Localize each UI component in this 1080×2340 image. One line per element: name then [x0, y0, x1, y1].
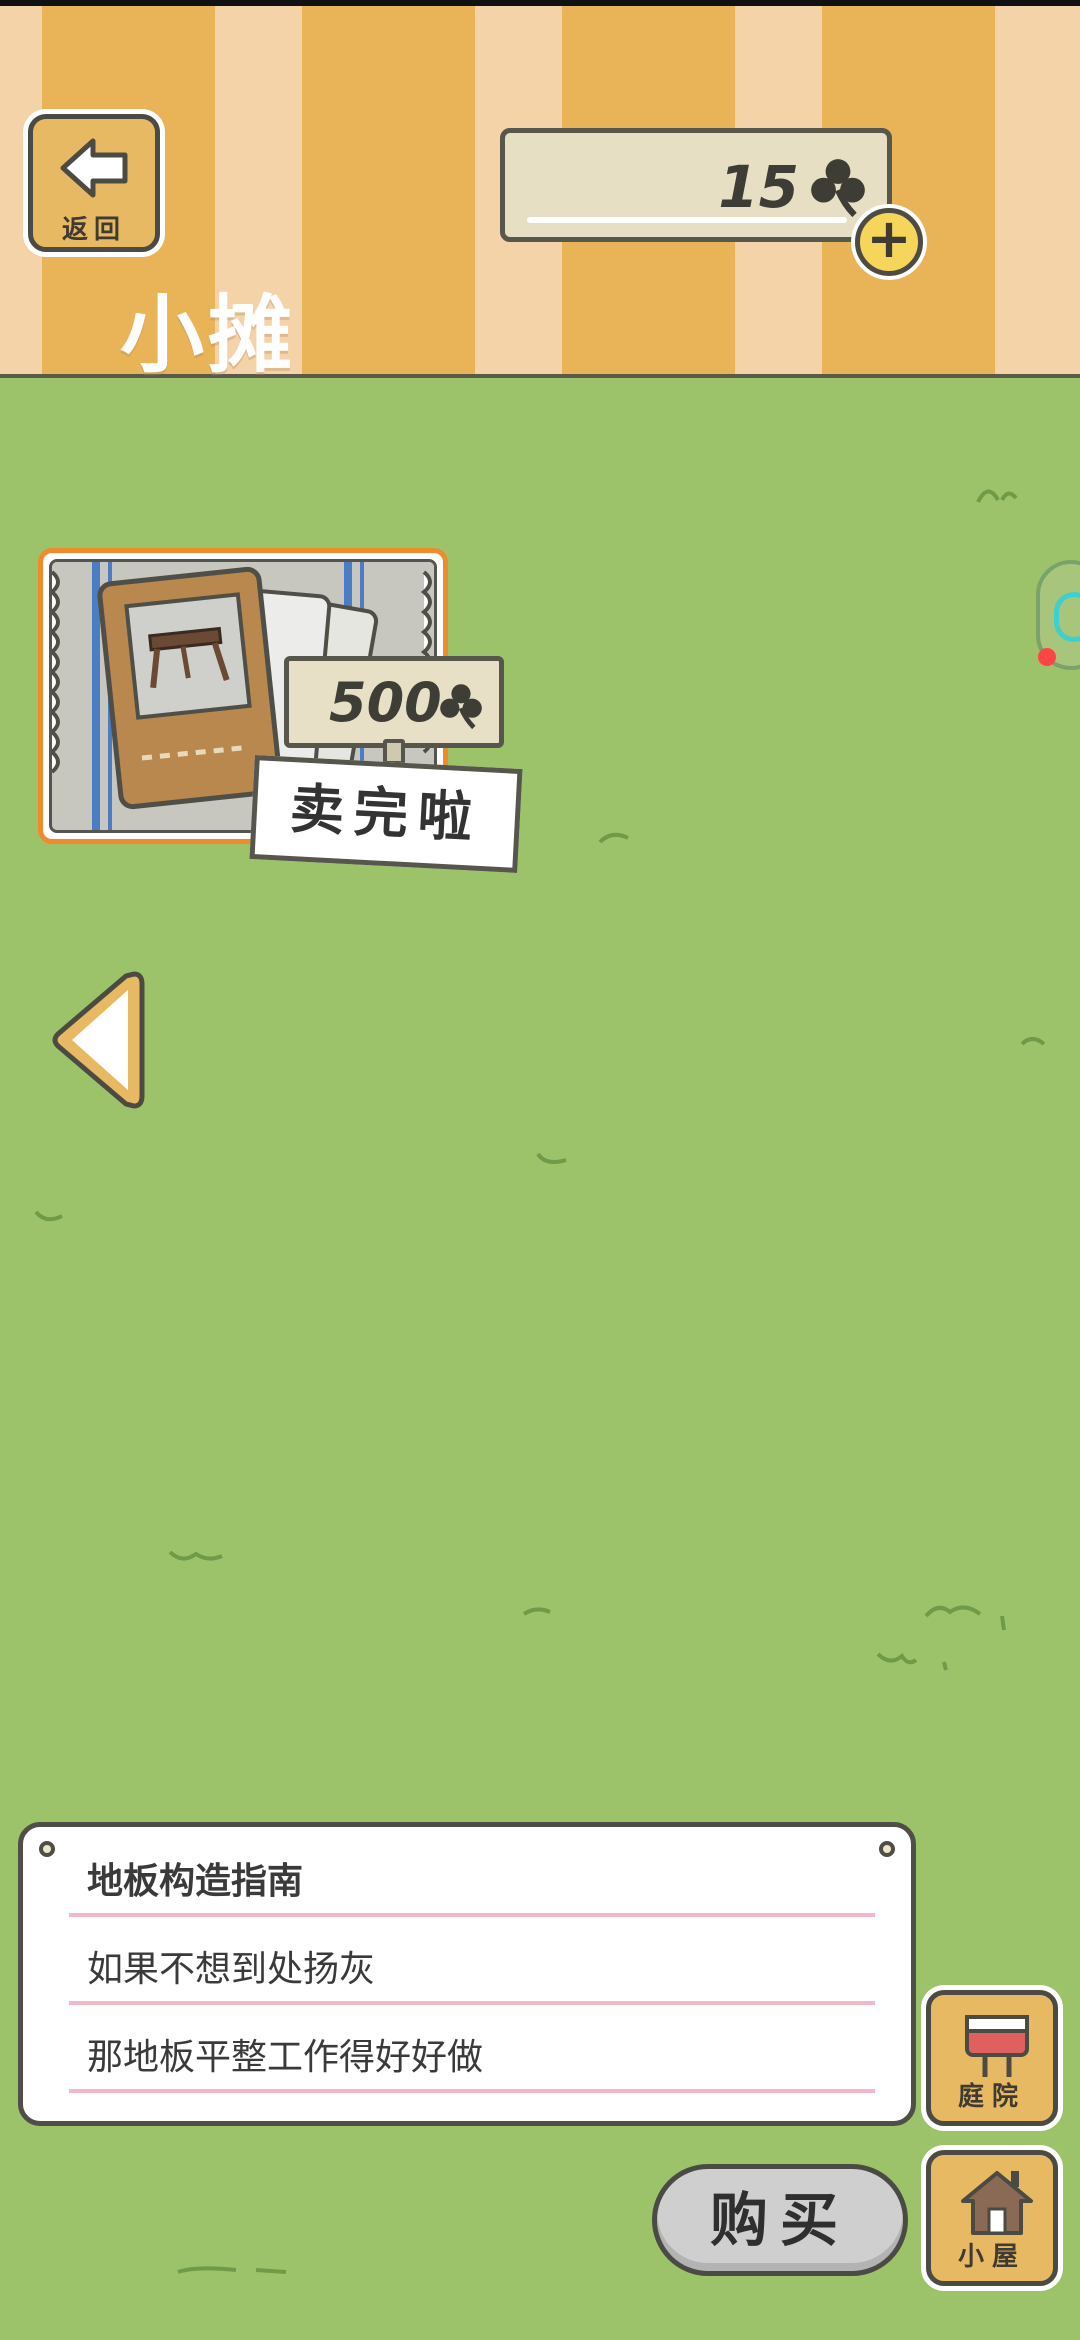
- back-label: 返回: [61, 215, 126, 245]
- back-arrow-icon: [60, 138, 128, 198]
- grass-tuft: [34, 1210, 63, 1222]
- status-bar: [0, 0, 1080, 6]
- plus-icon: +: [866, 207, 912, 270]
- description-line-1: 如果不想到处扬灰: [69, 1925, 875, 2005]
- yard-label: 庭院: [957, 2082, 1026, 2112]
- clover-icon: [440, 684, 482, 730]
- mailbox-icon: [965, 2015, 1029, 2077]
- assistant-icon: [1054, 592, 1080, 642]
- item-price: 500: [329, 671, 442, 734]
- price-tag: 500: [284, 656, 504, 765]
- clover-icon: [811, 159, 865, 217]
- yard-button[interactable]: 庭院: [926, 1990, 1058, 2126]
- grass-tuft: [976, 489, 1018, 503]
- sold-out-label: 卖完啦: [249, 755, 523, 873]
- clover-count: 15: [718, 153, 799, 221]
- house-label: 小屋: [957, 2242, 1026, 2272]
- left-arrow-icon[interactable]: [50, 966, 146, 1114]
- grass-tuft: [924, 1605, 1006, 1631]
- description-line-2: 那地板平整工作得好好做: [69, 2013, 875, 2093]
- item-name: 地板构造指南: [69, 1837, 875, 1917]
- page-title: 小摊: [120, 286, 297, 384]
- notification-dot: [1038, 648, 1056, 666]
- grass-tuft: [876, 1652, 948, 1671]
- buy-button[interactable]: 购买: [652, 2164, 908, 2276]
- grass-tuft: [522, 1607, 551, 1616]
- item-description-panel: 地板构造指南 如果不想到处扬灰 那地板平整工作得好好做: [18, 1822, 916, 2126]
- add-clover-button[interactable]: +: [855, 208, 923, 276]
- house-icon: [961, 2171, 1033, 2235]
- back-button[interactable]: 返回: [28, 114, 160, 252]
- grass-tuft: [598, 832, 629, 844]
- clover-counter: 15: [500, 128, 892, 242]
- house-button[interactable]: 小屋: [926, 2150, 1058, 2286]
- grass-tuft: [177, 2266, 287, 2274]
- grass-tuft: [168, 1550, 223, 1561]
- panel-rivet: [39, 1841, 55, 1857]
- grass-tuft: [1020, 1037, 1046, 1046]
- grass-tuft: [536, 1152, 567, 1164]
- counter-shine: [527, 217, 847, 223]
- panel-rivet: [879, 1841, 895, 1857]
